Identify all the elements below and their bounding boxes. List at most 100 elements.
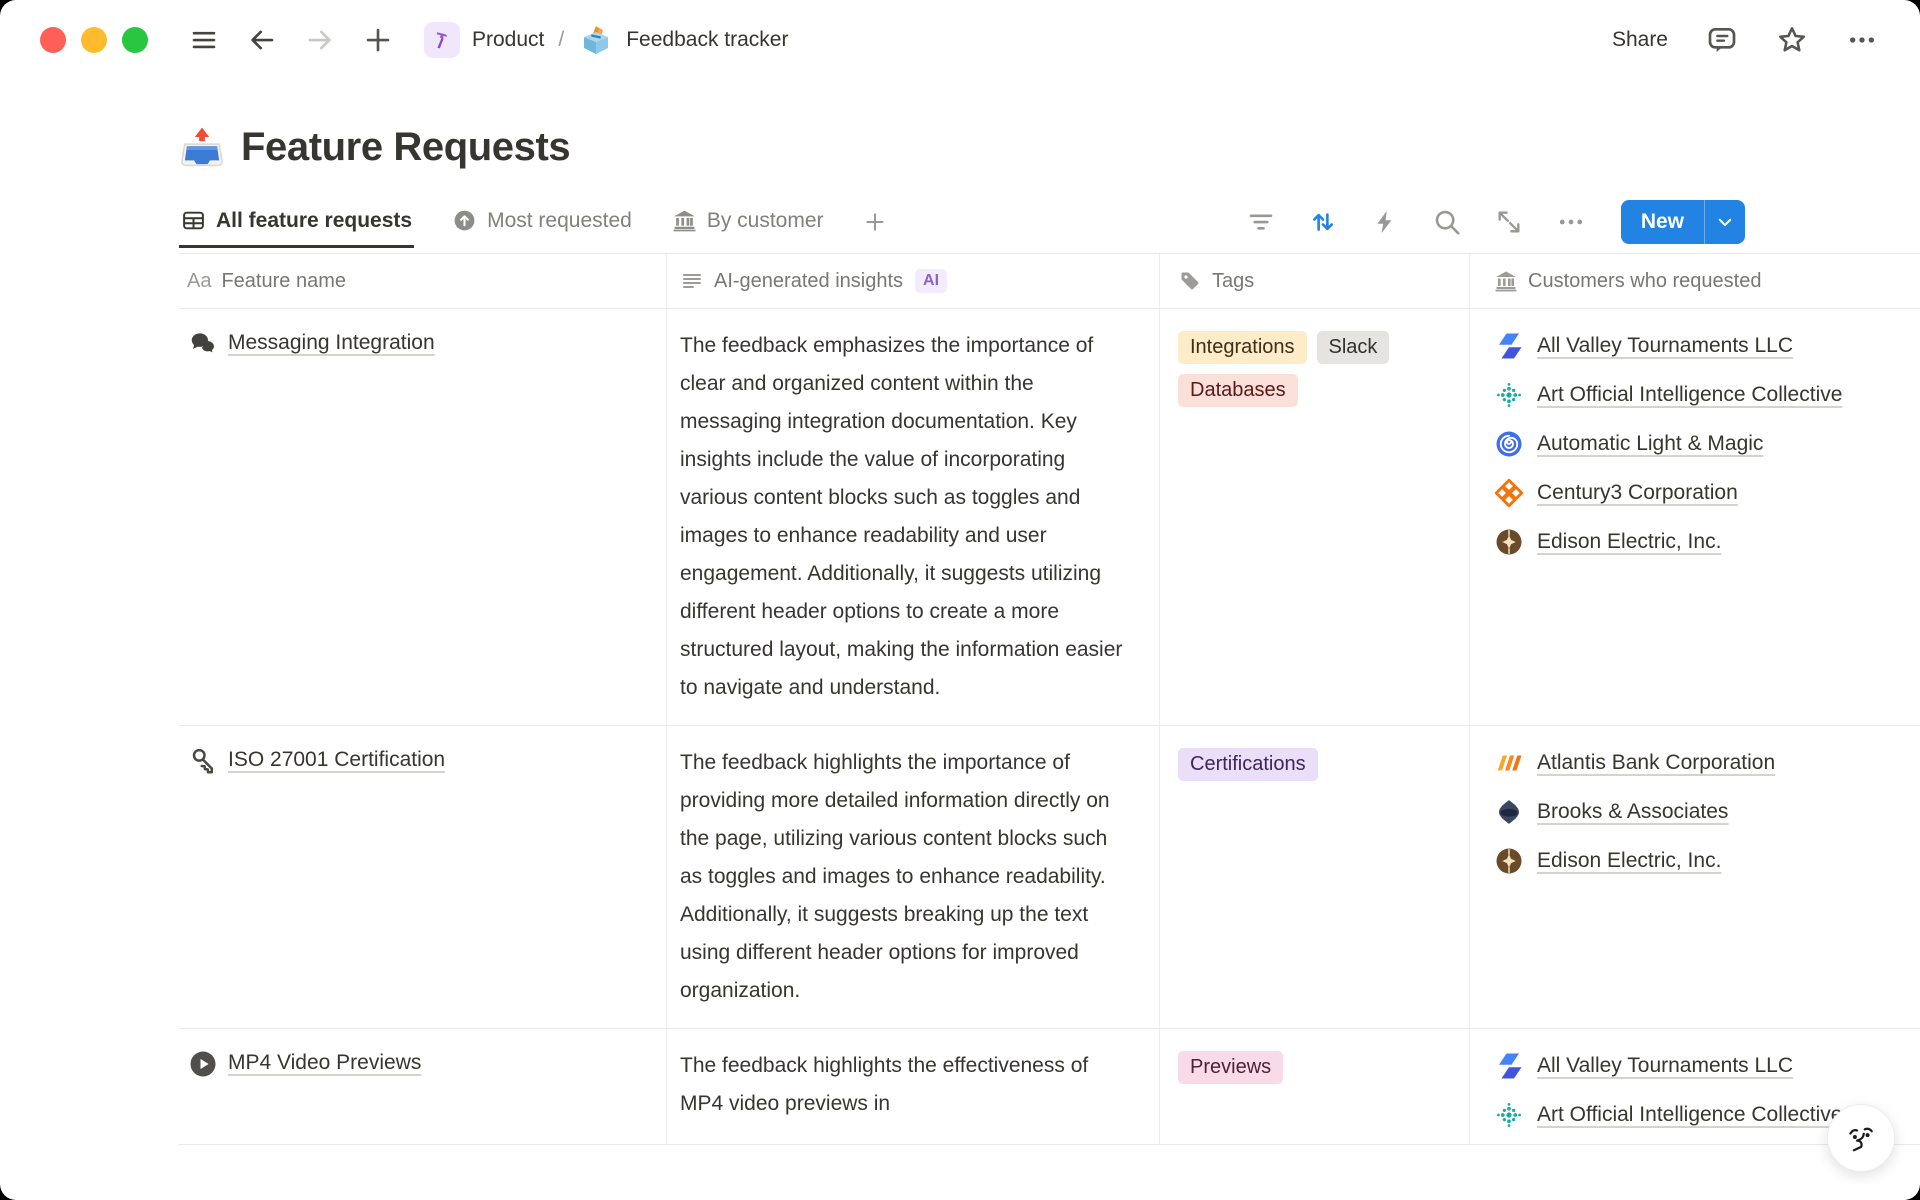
table-row: Messaging Integration The feedback emphas… — [179, 309, 1920, 726]
tag-pill[interactable]: Certifications — [1178, 748, 1318, 781]
search-icon[interactable] — [1431, 206, 1463, 238]
feature-requests-table: Aa Feature name AI-generated insights AI… — [179, 253, 1920, 1145]
tags-cell[interactable]: Integrations Slack Databases — [1160, 309, 1470, 725]
breadcrumb-workspace[interactable]: Product — [472, 28, 544, 52]
tag-pill[interactable]: Integrations — [1178, 331, 1307, 364]
atlantis-logo-icon — [1494, 748, 1524, 778]
customer-link[interactable]: All Valley Tournaments LLC — [1494, 331, 1920, 361]
column-header-tags[interactable]: Tags — [1160, 254, 1470, 308]
close-window-button[interactable] — [40, 27, 66, 53]
back-icon[interactable] — [246, 24, 278, 56]
customer-name[interactable]: All Valley Tournaments LLC — [1537, 334, 1793, 358]
favorite-star-icon[interactable] — [1776, 24, 1808, 56]
feature-name-link[interactable]: Messaging Integration — [228, 331, 435, 355]
table-icon — [181, 208, 206, 233]
window-titlebar: Product / Feedback tracker Share — [0, 0, 1920, 80]
column-header-ai-insights[interactable]: AI-generated insights AI — [667, 254, 1160, 308]
tab-label: All feature requests — [216, 209, 412, 233]
notion-ai-button[interactable] — [1827, 1104, 1895, 1172]
ai-insights-cell[interactable]: The feedback emphasizes the importance o… — [667, 309, 1160, 725]
workspace-hammer-icon[interactable] — [424, 22, 460, 58]
customer-name[interactable]: Edison Electric, Inc. — [1537, 849, 1721, 873]
tab-most-requested[interactable]: Most requested — [450, 196, 634, 248]
feature-name-cell[interactable]: ISO 27001 Certification — [179, 726, 667, 1028]
customer-name[interactable]: Automatic Light & Magic — [1537, 432, 1763, 456]
column-label: Feature name — [221, 270, 346, 293]
page-title[interactable]: Feature Requests — [241, 125, 570, 170]
app-window: Product / Feedback tracker Share — [0, 0, 1920, 1200]
customer-name[interactable]: Art Official Intelligence Collective — [1537, 1103, 1842, 1127]
notion-face-icon — [1841, 1118, 1881, 1158]
table-header-row: Aa Feature name AI-generated insights AI… — [179, 254, 1920, 309]
new-button-label[interactable]: New — [1621, 200, 1704, 244]
automation-bolt-icon[interactable] — [1369, 206, 1401, 238]
feature-name-link[interactable]: ISO 27001 Certification — [228, 748, 445, 772]
tab-all-feature-requests[interactable]: All feature requests — [179, 196, 414, 248]
customer-link[interactable]: Automatic Light & Magic — [1494, 429, 1920, 459]
feature-name-cell[interactable]: MP4 Video Previews — [179, 1029, 667, 1144]
traffic-lights — [40, 27, 148, 53]
new-page-icon[interactable] — [362, 24, 394, 56]
customer-name[interactable]: All Valley Tournaments LLC — [1537, 1054, 1793, 1078]
customer-link[interactable]: All Valley Tournaments LLC — [1494, 1051, 1920, 1081]
customer-name[interactable]: Atlantis Bank Corporation — [1537, 751, 1775, 775]
alm-logo-icon — [1494, 429, 1524, 459]
expand-icon[interactable] — [1493, 206, 1525, 238]
inbox-tray-icon[interactable] — [179, 124, 225, 170]
tags-cell[interactable]: Previews — [1160, 1029, 1470, 1144]
add-view-button[interactable] — [862, 196, 888, 248]
tag-pill[interactable]: Previews — [1178, 1051, 1283, 1084]
column-header-customers[interactable]: Customers who requested — [1470, 254, 1920, 308]
customer-name[interactable]: Art Official Intelligence Collective — [1537, 383, 1842, 407]
forward-icon[interactable] — [304, 24, 336, 56]
customers-cell[interactable]: Atlantis Bank Corporation Brooks & Associ… — [1470, 726, 1920, 1028]
tab-by-customer[interactable]: By customer — [670, 196, 826, 248]
minimize-window-button[interactable] — [81, 27, 107, 53]
avt-logo-icon — [1494, 1051, 1524, 1081]
ballot-cube-icon[interactable] — [578, 22, 614, 58]
share-button[interactable]: Share — [1612, 28, 1668, 52]
new-button[interactable]: New — [1621, 200, 1745, 244]
customer-link[interactable]: Atlantis Bank Corporation — [1494, 748, 1920, 778]
tag-pill[interactable]: Databases — [1178, 374, 1298, 407]
column-label: Tags — [1212, 270, 1254, 293]
comments-icon[interactable] — [1706, 24, 1738, 56]
customer-name[interactable]: Century3 Corporation — [1537, 481, 1738, 505]
sort-icon[interactable] — [1307, 206, 1339, 238]
edison-logo-icon — [1494, 846, 1524, 876]
column-label: Customers who requested — [1528, 270, 1761, 293]
customer-name[interactable]: Edison Electric, Inc. — [1537, 530, 1721, 554]
ai-insights-cell[interactable]: The feedback highlights the importance o… — [667, 726, 1160, 1028]
tags-cell[interactable]: Certifications — [1160, 726, 1470, 1028]
table-row: ISO 27001 Certification The feedback high… — [179, 726, 1920, 1029]
breadcrumb-page[interactable]: Feedback tracker — [626, 28, 788, 52]
customer-link[interactable]: Century3 Corporation — [1494, 478, 1920, 508]
ai-insights-cell[interactable]: The feedback highlights the effectivenes… — [667, 1029, 1160, 1144]
customers-cell[interactable]: All Valley Tournaments LLC Art Official I… — [1470, 309, 1920, 725]
feature-name-cell[interactable]: Messaging Integration — [179, 309, 667, 725]
column-header-feature-name[interactable]: Aa Feature name — [179, 254, 667, 308]
tag-pill[interactable]: Slack — [1317, 331, 1390, 364]
zoom-window-button[interactable] — [122, 27, 148, 53]
customer-name[interactable]: Brooks & Associates — [1537, 800, 1728, 824]
view-tabs-bar: All feature requests Most requested By c… — [179, 196, 1745, 248]
filter-icon[interactable] — [1245, 206, 1277, 238]
feature-name-link[interactable]: MP4 Video Previews — [228, 1051, 421, 1075]
chevron-down-icon[interactable] — [1705, 200, 1745, 244]
bank-icon — [1494, 269, 1518, 293]
breadcrumb: Product / Feedback tracker — [424, 22, 788, 58]
key-icon — [188, 746, 218, 781]
more-options-icon[interactable] — [1846, 24, 1878, 56]
brooks-logo-icon — [1494, 797, 1524, 827]
table-body: Messaging Integration The feedback emphas… — [179, 309, 1920, 1145]
customer-link[interactable]: Brooks & Associates — [1494, 797, 1920, 827]
customer-link[interactable]: Edison Electric, Inc. — [1494, 846, 1920, 876]
ai-badge: AI — [915, 269, 947, 293]
bank-icon — [672, 208, 697, 233]
speech-bubbles-icon — [188, 329, 218, 364]
more-icon[interactable] — [1555, 206, 1587, 238]
arrow-up-circle-icon — [452, 208, 477, 233]
hamburger-menu-icon[interactable] — [188, 24, 220, 56]
customer-link[interactable]: Art Official Intelligence Collective — [1494, 380, 1920, 410]
customer-link[interactable]: Edison Electric, Inc. — [1494, 527, 1920, 557]
